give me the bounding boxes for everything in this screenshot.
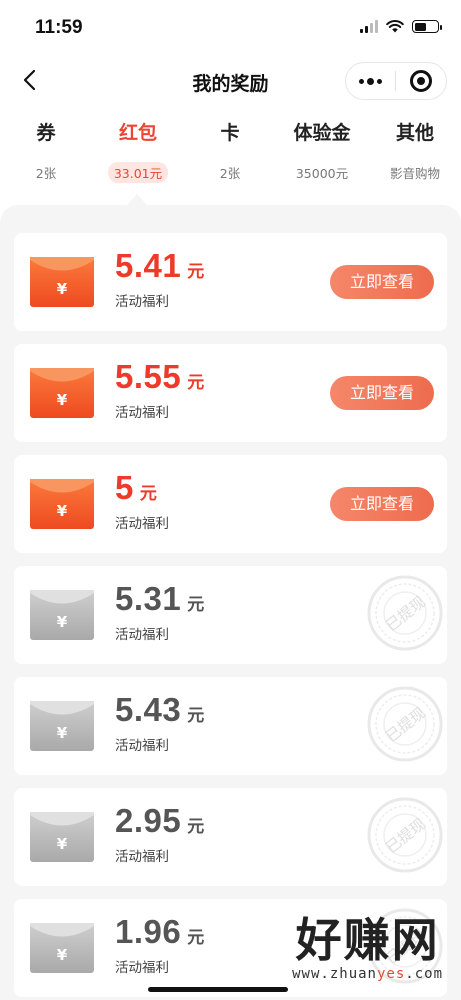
view-now-button[interactable]: 立即查看 [330,376,434,410]
reward-card[interactable]: ¥5.43 元活动福利 已提现 [14,677,447,775]
tab-count: 2张 [35,166,57,181]
tab-count: 影音购物 [389,166,440,181]
status-time: 11:59 [35,17,83,38]
amount-unit: 元 [187,706,205,726]
cellular-signal-icon [360,20,378,33]
amount-value: 2.95 [115,802,182,839]
view-now-button[interactable]: 立即查看 [330,265,434,299]
mini-program-capsule [345,62,447,100]
navigation-bar: 我的奖励 [0,58,461,104]
tab-label: 券 [36,122,56,144]
tab-coupons[interactable]: 券 2张 [0,118,92,183]
tab-count: 2张 [219,166,241,181]
reward-amount: 2.95 元 [115,802,204,840]
red-envelope-icon: ¥ [30,701,94,751]
svg-text:¥: ¥ [57,946,68,964]
svg-text:¥: ¥ [57,391,68,409]
amount-value: 5.43 [115,691,182,728]
status-bar: 11:59 [0,0,461,56]
reward-card[interactable]: ¥5.55 元活动福利 立即查看 [14,344,447,442]
amount-value: 5.41 [115,247,182,284]
more-options-icon[interactable] [346,63,395,99]
red-envelope-icon: ¥ [30,812,94,862]
reward-description: 活动福利 [115,849,169,865]
tab-count: 33.01元 [107,162,169,183]
watermark-logo: 好赚网 www.zhuanyes.com [292,916,443,982]
reward-description: 活动福利 [115,738,169,754]
amount-unit: 元 [187,817,205,837]
wifi-icon [386,20,404,33]
amount-value: 1.96 [115,913,182,950]
tab-label: 红包 [118,122,157,144]
reward-description: 活动福利 [115,627,169,643]
amount-unit: 元 [187,373,205,393]
amount-value: 5.31 [115,580,182,617]
reward-card[interactable]: ¥5 元活动福利 立即查看 [14,455,447,553]
amount-unit: 元 [187,928,205,948]
svg-text:¥: ¥ [57,280,68,298]
amount-value: 5 [115,469,134,506]
reward-amount: 5.41 元 [115,247,204,285]
tab-label: 其他 [395,122,434,144]
tab-label: 卡 [220,122,240,144]
red-envelope-icon: ¥ [30,479,94,529]
reward-description: 活动福利 [115,405,169,421]
reward-amount: 5.55 元 [115,358,204,396]
watermark-title: 好赚网 [295,913,440,967]
watermark-url: www.zhuanyes.com [292,966,443,982]
reward-amount: 5元 [115,469,157,507]
amount-unit: 元 [139,484,157,504]
red-envelope-icon: ¥ [30,368,94,418]
reward-tabs: 券 2张 红包 33.01元 卡 2张 体验金 35000元 其他 影音购物 [0,118,461,198]
view-now-button[interactable]: 立即查看 [330,487,434,521]
reward-description: 活动福利 [115,516,169,532]
red-envelope-icon: ¥ [30,923,94,973]
reward-amount: 5.31 元 [115,580,204,618]
svg-text:¥: ¥ [57,502,68,520]
reward-card[interactable]: ¥5.41 元活动福利 立即查看 [14,233,447,331]
amount-unit: 元 [187,262,205,282]
svg-text:¥: ¥ [57,724,68,742]
reward-amount: 5.43 元 [115,691,204,729]
reward-description: 活动福利 [115,294,169,310]
tab-cards[interactable]: 卡 2张 [184,118,276,183]
active-tab-pointer [127,194,147,205]
tab-others[interactable]: 其他 影音购物 [369,118,461,183]
home-indicator [148,987,288,992]
reward-description: 活动福利 [115,960,169,976]
status-icons [360,20,442,33]
tab-trial-funds[interactable]: 体验金 35000元 [276,118,368,183]
svg-text:¥: ¥ [57,835,68,853]
reward-card[interactable]: ¥2.95 元活动福利 已提现 [14,788,447,886]
tab-label: 体验金 [293,122,351,144]
withdrawn-stamp: 已提现 [367,686,443,762]
red-envelope-icon: ¥ [30,257,94,307]
red-envelope-icon: ¥ [30,590,94,640]
withdrawn-stamp: 已提现 [367,797,443,873]
amount-unit: 元 [187,595,205,615]
tab-count: 35000元 [295,166,349,181]
battery-icon [412,20,442,33]
reward-card[interactable]: ¥5.31 元活动福利 已提现 [14,566,447,664]
reward-amount: 1.96 元 [115,913,204,951]
amount-value: 5.55 [115,358,182,395]
svg-text:¥: ¥ [57,613,68,631]
tab-red-packets[interactable]: 红包 33.01元 [92,118,184,183]
withdrawn-stamp: 已提现 [367,575,443,651]
close-target-icon[interactable] [396,63,446,99]
